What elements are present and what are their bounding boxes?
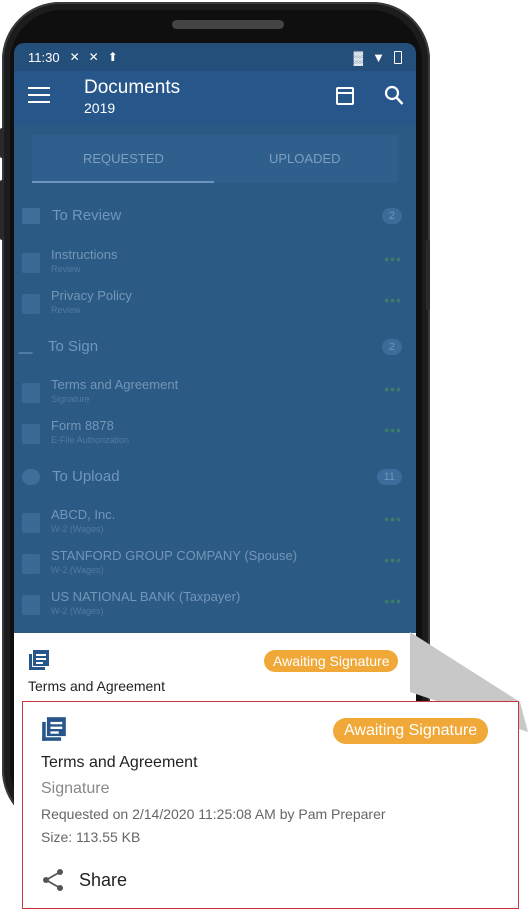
detail-subtitle: Signature [41, 780, 110, 797]
app-bar: Documents 2019 [14, 71, 416, 125]
tab-requested[interactable]: REQUESTED [83, 151, 164, 166]
share-icon [43, 869, 63, 891]
section-to-review: To Review 2 [22, 207, 402, 224]
item-meta: E-File Authorization [51, 435, 130, 445]
item-name: ABCD, Inc. [51, 507, 116, 522]
stage: 11:30 ✕ ✕ ⬆ ▓ ▼ Documents 2019 REQUESTED [0, 0, 530, 923]
status-badge: Awaiting Signature [333, 718, 489, 744]
more-icon[interactable]: ••• [384, 292, 402, 308]
menu-icon[interactable] [28, 87, 50, 107]
missed-call-icon: ✕ [69, 50, 80, 64]
wifi-icon: ▼ [372, 49, 385, 65]
item-meta: W-2 (Wages) [51, 606, 104, 616]
upload-icon: ⬆ [107, 50, 118, 64]
list-item[interactable]: Instructions Review ••• [22, 247, 402, 283]
item-name: Form 8878 [51, 418, 114, 433]
item-meta: W-2 (Wages) [51, 565, 104, 575]
count-badge: 2 [381, 207, 402, 224]
tab-indicator [32, 181, 214, 183]
list-item[interactable]: Privacy Policy Review ••• [22, 288, 402, 324]
missed-call-icon: ✕ [88, 50, 99, 64]
status-bar: 11:30 ✕ ✕ ⬆ ▓ ▼ [14, 43, 416, 71]
vibrate-icon: ▓ [353, 49, 364, 65]
count-badge: 2 [381, 338, 402, 355]
pdf-icon [22, 294, 40, 314]
item-name: STANFORD GROUP COMPANY (Spouse) [51, 548, 298, 563]
document-stack-icon [29, 650, 49, 670]
more-icon[interactable]: ••• [384, 552, 402, 568]
section-to-sign: To Sign 2 [17, 338, 402, 355]
page-subtitle: 2019 [84, 100, 116, 116]
status-time: 11:30 [28, 49, 60, 65]
pen-icon [17, 339, 41, 354]
battery-icon [394, 50, 402, 64]
pdf-icon [22, 383, 40, 403]
list-item[interactable]: Terms and Agreement Signature ••• [22, 377, 402, 413]
section-title: To Review [52, 207, 122, 224]
file-size: Size: 113.55 KB [41, 829, 141, 845]
document-icon [22, 554, 40, 574]
list-item[interactable]: ABCD, Inc. W-2 (Wages) ••• [22, 507, 402, 543]
tab-uploaded[interactable]: UPLOADED [269, 151, 341, 166]
side-button [426, 240, 430, 310]
speaker-grille [172, 20, 284, 29]
section-title: To Upload [52, 468, 120, 485]
item-name: US NATIONAL BANK (Taxpayer) [51, 589, 241, 604]
more-icon[interactable]: ••• [384, 593, 402, 609]
review-icon [22, 207, 40, 224]
list-item[interactable]: Form 8878 E-File Authorization ••• [22, 418, 402, 454]
item-meta: W-2 (Wages) [51, 524, 104, 534]
sheet-title: Terms and Agreement [28, 678, 165, 694]
item-meta: Signature [51, 394, 90, 404]
list-item[interactable]: US NATIONAL BANK (Taxpayer) W-2 (Wages) … [22, 589, 402, 625]
list-item[interactable]: STANFORD GROUP COMPANY (Spouse) W-2 (Wag… [22, 548, 402, 584]
tab-bar: REQUESTED UPLOADED [32, 135, 398, 183]
item-meta: Review [51, 305, 81, 315]
share-label: Share [79, 869, 128, 890]
item-name: Instructions [51, 247, 118, 262]
requested-info: Requested on 2/14/2020 11:25:08 AM by Pa… [41, 806, 386, 822]
item-meta: Review [51, 264, 81, 274]
more-icon[interactable]: ••• [384, 251, 402, 267]
item-name: Privacy Policy [51, 288, 132, 303]
status-badge: Awaiting Signature [264, 650, 399, 672]
document-icon [22, 595, 40, 615]
side-button [0, 180, 4, 240]
item-name: Terms and Agreement [51, 377, 179, 392]
detail-card: Awaiting Signature Terms and Agreement S… [22, 701, 519, 909]
document-icon [22, 513, 40, 533]
more-icon[interactable]: ••• [384, 381, 402, 397]
search-icon[interactable] [384, 85, 404, 107]
calendar-icon[interactable] [336, 87, 354, 105]
more-icon[interactable]: ••• [384, 422, 402, 438]
more-icon[interactable]: ••• [384, 511, 402, 527]
count-badge: 11 [376, 468, 402, 485]
document-stack-icon [42, 717, 66, 741]
pdf-icon [22, 253, 40, 273]
section-title: To Sign [48, 338, 99, 355]
pdf-icon [22, 424, 40, 444]
share-button[interactable]: Share [41, 868, 127, 892]
page-title: Documents [84, 77, 181, 98]
cloud-upload-icon [22, 468, 40, 485]
section-to-upload: To Upload 11 [22, 468, 402, 485]
detail-title: Terms and Agreement [41, 754, 198, 771]
side-button [0, 128, 4, 158]
